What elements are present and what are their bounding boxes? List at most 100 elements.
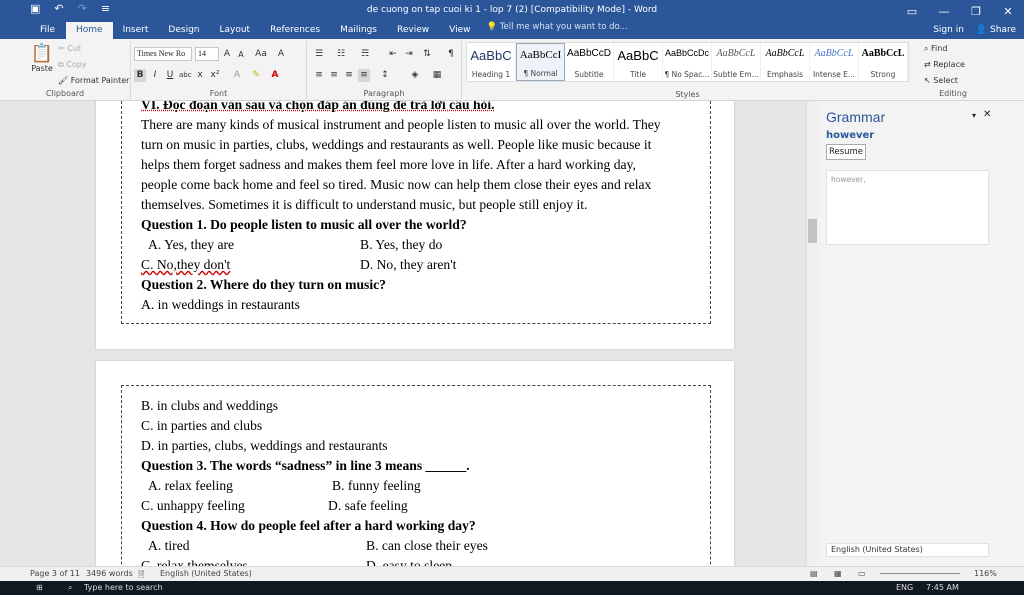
bullets-icon[interactable]: ☰ [313,48,325,61]
subscript-icon[interactable]: x [194,69,206,82]
ribbon-display-icon[interactable]: ▭ [896,0,928,22]
tab-view[interactable]: View [439,22,480,39]
paste-icon: 📋 [30,43,54,64]
highlight-icon[interactable]: ✎ [250,69,262,82]
status-bar: Page 3 of 11 3496 words 🗎 English (Unite… [0,566,1024,581]
grow-font-icon[interactable]: A [221,48,233,61]
sort-icon[interactable]: ⇅ [421,48,433,61]
tab-review[interactable]: Review [387,22,439,39]
windows-icon[interactable]: ⊞ [36,583,43,592]
align-center-icon[interactable]: ≡ [328,69,340,82]
cursor-icon: ↖ [924,76,931,85]
multilevel-icon[interactable]: ☴ [359,48,371,61]
font-name-select[interactable]: Times New Ro [134,47,192,61]
close-icon[interactable]: ✕ [992,0,1024,22]
format-painter-button[interactable]: 🖌 Format Painter [58,76,129,85]
vertical-scrollbar[interactable] [806,101,818,566]
styles-label: Styles [675,90,700,99]
grammar-pane: Grammar ▾ ✕ however Resume however, Engl… [818,101,1024,566]
align-left-icon[interactable]: ≡ [313,69,325,82]
style-no-spacing[interactable]: AaBbCcDc ¶ No Spac... [663,43,712,81]
style-intense-emphasis[interactable]: AaBbCcL Intense E... [810,43,859,81]
style-subtle-emphasis[interactable]: AaBbCcL Subtle Em... [712,43,761,81]
style-name: Emphasis [766,70,804,79]
tab-references[interactable]: References [260,22,330,39]
increase-indent-icon[interactable]: ⇥ [403,48,415,61]
style-preview: AaBbCcL [861,48,905,59]
pane-close-icon[interactable]: ✕ [983,109,991,120]
style-heading-1[interactable]: AaBbC Heading 1 [467,43,516,81]
taskbar-time[interactable]: 7:45 AM [926,583,959,592]
read-mode-icon[interactable]: ▤ [810,569,818,578]
zoom-slider[interactable] [880,573,960,574]
title-bar: ▣ ↶ ↷ ≡ de cuong on tap cuoi ki 1 - lop … [0,0,1024,22]
style-strong[interactable]: AaBbCcL Strong [859,43,908,81]
sign-in-link[interactable]: Sign in [933,25,964,35]
shrink-font-icon[interactable]: A [235,48,247,61]
decrease-indent-icon[interactable]: ⇤ [387,48,399,61]
borders-icon[interactable]: ▦ [431,69,443,82]
find-button[interactable]: ⌕ Find [924,44,947,54]
ribbon-tabs: File Home Insert Design Layout Reference… [0,22,1024,39]
copy-icon: ⧉ [58,60,64,69]
share-button[interactable]: 👤 Share [976,25,1016,35]
zoom-level[interactable]: 116% [974,569,997,578]
font-size-select[interactable]: 14 [195,47,219,61]
language-select[interactable]: English (United States) [826,543,989,557]
justify-icon[interactable]: ≡ [358,69,370,82]
answer-option: D. safe feeling [328,498,408,513]
window-title: de cuong on tap cuoi ki 1 - lop 7 (2) [C… [366,5,658,15]
restore-icon[interactable]: ❐ [960,0,992,22]
pilcrow-icon[interactable]: ¶ [445,48,457,61]
print-layout-icon[interactable]: ▦ [834,569,842,578]
strikethrough-icon[interactable]: abc [179,69,192,82]
cut-button[interactable]: ✂ Cut [58,44,81,53]
clear-format-icon[interactable]: A [275,48,287,61]
numbering-icon[interactable]: ☷ [335,48,347,61]
style-name: Subtitle [574,70,604,79]
tab-insert[interactable]: Insert [113,22,159,39]
style-emphasis[interactable]: AaBbCcL Emphasis [761,43,810,81]
paste-button[interactable]: 📋 Paste [30,43,54,73]
tab-home[interactable]: Home [66,22,113,39]
answer-option: B. in clubs and weddings [141,398,279,413]
tell-me-box[interactable]: 💡 Tell me what you want to do... [486,22,627,39]
word-count[interactable]: 3496 words [86,569,133,578]
share-label: Share [990,25,1016,35]
resume-button[interactable]: Resume [826,144,866,160]
replace-button[interactable]: ⇄ Replace [924,60,965,69]
superscript-icon[interactable]: x² [209,69,221,82]
change-case-icon[interactable]: Aa [252,48,270,61]
minimize-icon[interactable]: — [928,0,960,22]
font-color-icon[interactable]: A [269,69,281,82]
align-right-icon[interactable]: ≡ [343,69,355,82]
style-name: Subtle Em... [713,70,759,79]
pane-options-icon[interactable]: ▾ [972,111,976,120]
shading-icon[interactable]: ◈ [409,69,421,82]
taskbar-lang[interactable]: ENG [896,583,913,592]
style-preview: AaBbCcL [765,48,805,59]
line-spacing-icon[interactable]: ↕ [379,69,391,82]
tab-design[interactable]: Design [158,22,209,39]
document-area[interactable]: VI. Đọc đoạn văn sau và chọn đáp án đúng… [26,101,806,566]
bold-icon[interactable]: B [134,69,146,82]
status-language[interactable]: English (United States) [160,569,252,578]
tab-mailings[interactable]: Mailings [330,22,387,39]
style-subtitle[interactable]: AaBbCcD Subtitle [565,43,614,81]
answer-option: A. Yes, they are [148,237,235,252]
select-button[interactable]: ↖ Select [924,76,958,85]
style-title[interactable]: AaBbC Title [614,43,663,81]
copy-button[interactable]: ⧉ Copy [58,60,87,70]
text-effects-icon[interactable]: A [231,69,243,82]
tab-layout[interactable]: Layout [209,22,260,39]
page-count[interactable]: Page 3 of 11 [30,569,80,578]
answer-option: C. relax themselves [141,558,248,566]
style-preview: AaBbCcDc [664,48,709,58]
taskbar-search[interactable]: Type here to search [84,583,163,592]
underline-icon[interactable]: U [164,69,176,82]
italic-icon[interactable]: I [149,69,161,82]
tab-file[interactable]: File [30,22,65,39]
web-layout-icon[interactable]: ▭ [858,569,866,578]
style-normal[interactable]: AaBbCcI ¶ Normal [516,43,565,81]
scrollbar-thumb[interactable] [808,219,817,243]
